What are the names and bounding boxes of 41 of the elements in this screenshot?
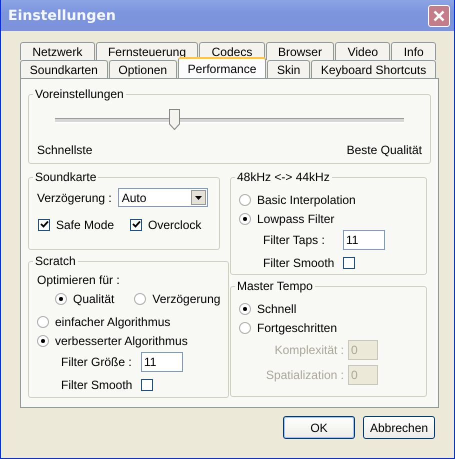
field-label: Verzögerung : [37, 190, 112, 204]
group-title: Master Tempo [236, 279, 314, 293]
checkbox-label: Overclock [148, 218, 202, 232]
tab[interactable]: Performance [178, 57, 266, 78]
field-label: Filter Größe : [61, 354, 133, 368]
tab[interactable]: Skin [267, 60, 310, 78]
dialog-button[interactable]: Abbrechen [363, 416, 435, 439]
option-label: Fortgeschritten [257, 320, 338, 334]
option-label: Basic Interpolation [257, 192, 356, 206]
window-title: Einstellungen [8, 8, 116, 24]
checkbox-label: Filter Smooth [61, 378, 133, 392]
option-label: Schnell [257, 302, 296, 316]
tab[interactable]: Video [335, 42, 390, 60]
tab[interactable]: Keyboard Shortcuts [311, 60, 436, 78]
option-label: Verzögerung [152, 292, 220, 306]
input-field[interactable]: 11 [141, 352, 183, 372]
tab[interactable]: Optionen [108, 60, 177, 78]
option-caption: Optimieren für : [37, 273, 121, 287]
option-label: verbesserter Algorithmus [55, 334, 188, 348]
dialog-button[interactable]: OK [283, 416, 355, 439]
tab[interactable]: Netzwerk [20, 42, 95, 60]
field-label: Filter Taps : [263, 232, 326, 246]
group-title: Soundkarte [34, 170, 98, 184]
checkbox-label: Safe Mode [56, 218, 114, 232]
slider-max-label: Beste Qualität [346, 143, 422, 157]
dropdown[interactable]: Auto [118, 188, 208, 207]
option-label: Qualität [73, 292, 114, 306]
input-field[interactable]: 11 [343, 230, 385, 250]
checkbox-label: Filter Smooth [263, 256, 335, 270]
tab[interactable]: Info [391, 42, 436, 60]
option-label: einfacher Algorithmus [55, 314, 170, 328]
tab[interactable]: Fernsteuerung [96, 42, 198, 60]
group-title: Scratch [34, 254, 77, 268]
tab[interactable]: Browser [266, 42, 334, 60]
field-label: Spatialization : [264, 368, 344, 382]
tab[interactable]: Soundkarten [20, 60, 108, 78]
group-title: Voreinstellungen [34, 87, 125, 101]
group-title: 48kHz <-> 44kHz [236, 170, 331, 184]
option-label: Lowpass Filter [257, 212, 334, 226]
field-label: Komplexität : [274, 342, 344, 356]
slider-min-label: Schnellste [37, 143, 92, 157]
